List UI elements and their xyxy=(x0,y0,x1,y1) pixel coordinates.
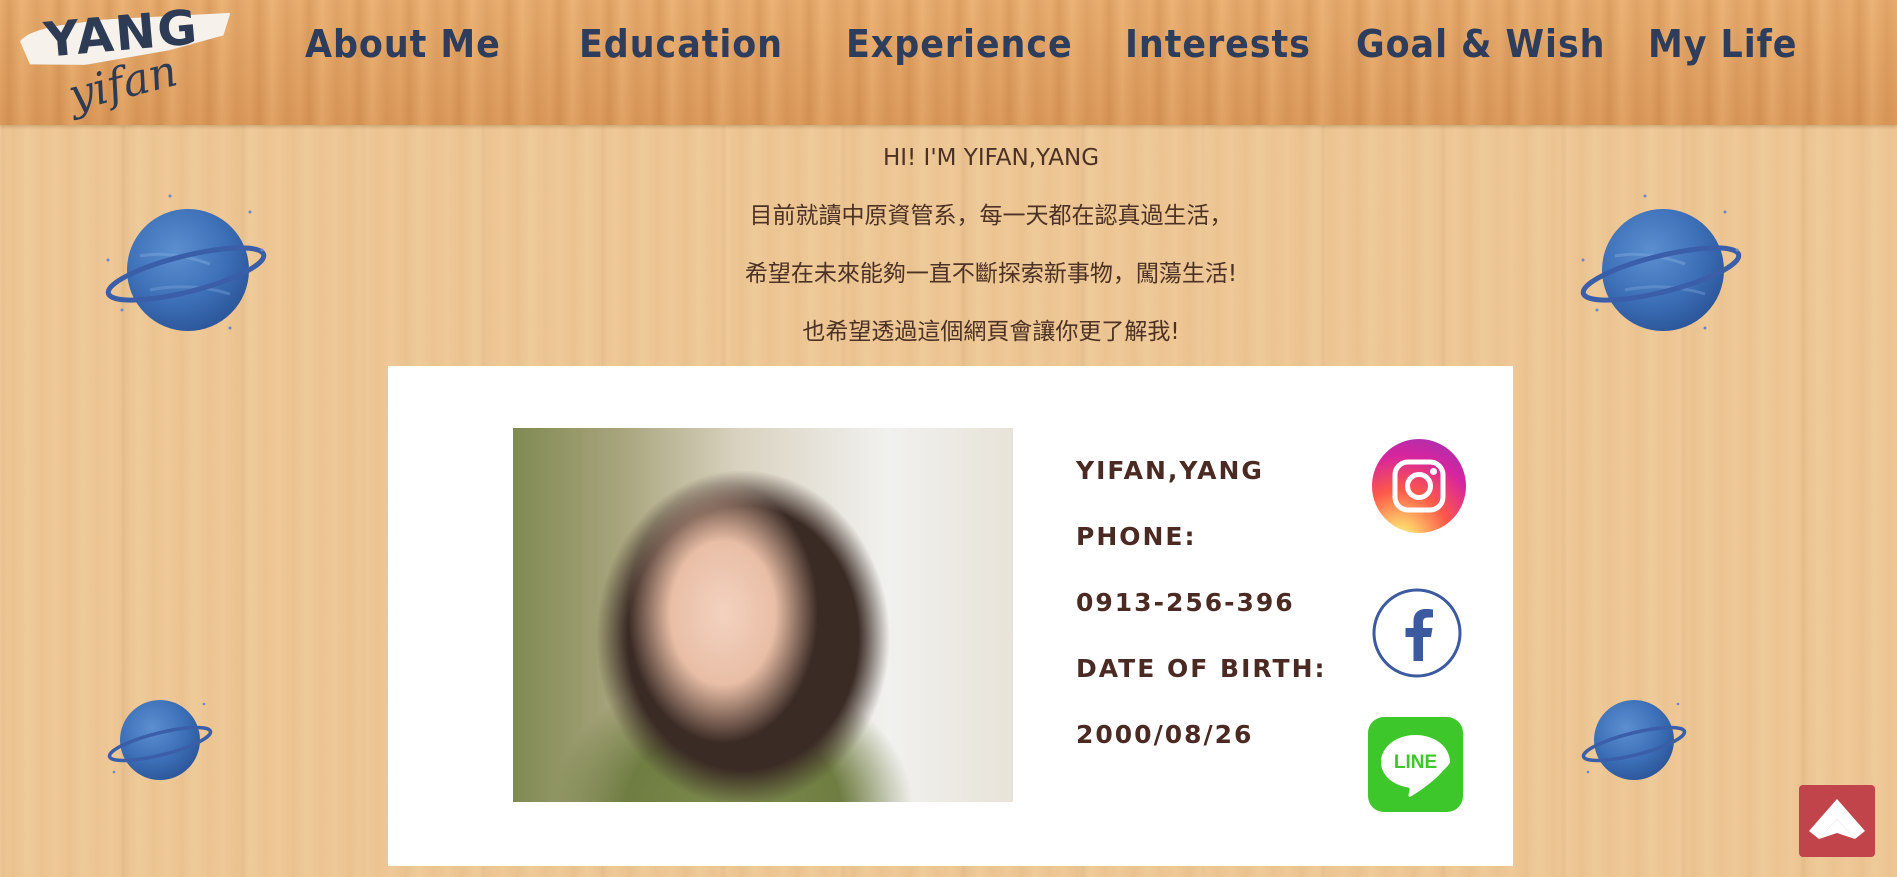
intro-greeting: HI! I'M YIFAN,YANG xyxy=(882,145,1100,171)
nav-item-my-life[interactable]: My Life xyxy=(1648,22,1797,66)
line-icon[interactable]: LINE xyxy=(1368,717,1463,812)
phone-number: 0913-256-396 xyxy=(1076,588,1295,617)
nav-item-experience[interactable]: Experience xyxy=(846,22,1073,66)
nav-item-education[interactable]: Education xyxy=(579,22,783,66)
back-to-top-button[interactable] xyxy=(1799,785,1875,857)
nav-item-goal-wish[interactable]: Goal & Wish xyxy=(1356,22,1605,66)
profile-photo xyxy=(513,428,1013,802)
date-of-birth-value: 2000/08/26 xyxy=(1076,720,1254,749)
date-of-birth-label: DATE OF BIRTH: xyxy=(1076,654,1327,683)
site-header: YANG yifan About Me Education Experience… xyxy=(0,0,1897,125)
phone-label: PHONE: xyxy=(1076,522,1197,551)
planet-icon xyxy=(107,700,213,780)
line-icon-label: LINE xyxy=(1394,752,1437,773)
instagram-icon[interactable] xyxy=(1371,438,1467,534)
nav-item-about-me[interactable]: About Me xyxy=(305,22,501,66)
chevron-up-icon xyxy=(1809,799,1865,839)
main-nav: About Me Education Experience Interests … xyxy=(0,22,1897,92)
planet-icon xyxy=(1581,700,1687,780)
planet-icon xyxy=(1580,194,1742,331)
planet-icon xyxy=(105,194,267,331)
nav-item-interests[interactable]: Interests xyxy=(1125,22,1311,66)
facebook-icon[interactable] xyxy=(1371,587,1463,679)
profile-card: YIFAN,YANG PHONE: 0913-256-396 DATE OF B… xyxy=(388,366,1513,866)
profile-name: YIFAN,YANG xyxy=(1076,456,1264,485)
